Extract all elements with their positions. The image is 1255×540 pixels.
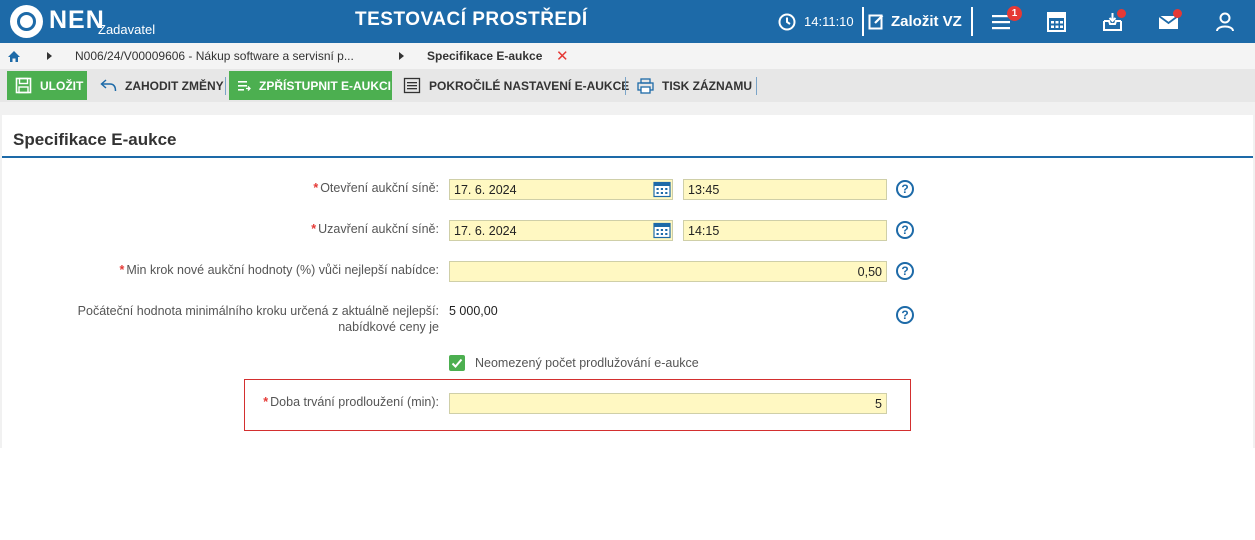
publish-icon: [238, 81, 251, 91]
extension-duration-label: * Doba trvání prodloužení (min):: [263, 395, 439, 409]
extension-duration-input[interactable]: [449, 393, 887, 414]
open-auction-label: * Otevření aukční síně:: [313, 181, 439, 195]
printer-icon: [637, 77, 654, 94]
initial-step-value: 5 000,00: [449, 304, 498, 318]
toolbar-divider: [756, 77, 757, 95]
print-label: TISK ZÁZNAMU: [662, 78, 752, 93]
initial-step-label: Počáteční hodnota minimálního kroku urče…: [77, 304, 439, 334]
list-icon: [403, 77, 421, 94]
required-marker: *: [119, 263, 125, 277]
inbox-alert-dot: [1117, 9, 1126, 18]
required-marker: *: [263, 395, 269, 409]
checkmark-icon: [451, 358, 463, 368]
toolbar-divider: [225, 77, 226, 95]
session-clock: 14:11:10: [778, 0, 854, 43]
publish-auction-button[interactable]: ZPŘÍSTUPNIT E-AUKCI: [229, 71, 392, 100]
breadcrumb-item[interactable]: N006/24/V00009606 - Nákup software a ser…: [75, 43, 354, 69]
breadcrumb-chevron-icon: [399, 43, 404, 69]
panel-title: Specifikace E-aukce: [13, 130, 177, 149]
close-tab-icon[interactable]: ✕: [556, 43, 569, 69]
nen-logo[interactable]: NEN: [10, 5, 105, 39]
save-label: ULOŽIT: [40, 78, 84, 93]
clock-icon: [778, 13, 796, 30]
advanced-label: POKROČILÉ NASTAVENÍ E-AUKCE: [429, 78, 630, 93]
required-marker: *: [311, 222, 317, 236]
help-icon[interactable]: ?: [896, 262, 914, 280]
discard-changes-button[interactable]: ZAHODIT ZMĚNY: [92, 71, 224, 100]
header-divider: [862, 7, 864, 36]
save-icon: [15, 77, 32, 94]
panel-edge: [0, 115, 2, 448]
mail-alert-dot: [1173, 9, 1182, 18]
create-vz-button[interactable]: Založit VZ: [868, 0, 962, 43]
clock-time: 14:11:10: [804, 14, 854, 29]
close-auction-label-text: Uzavření aukční síně:: [318, 222, 439, 236]
content-gutter: [0, 102, 1255, 115]
user-icon[interactable]: [1213, 10, 1237, 34]
header-divider: [971, 7, 973, 36]
unlimited-extensions-checkbox[interactable]: [449, 355, 465, 371]
open-time-input[interactable]: [683, 179, 887, 200]
close-auction-label: * Uzavření aukční síně:: [311, 222, 439, 236]
breadcrumb-current: Specifikace E-aukce: [427, 49, 543, 63]
extension-duration-label-text: Doba trvání prodloužení (min):: [270, 395, 439, 409]
undo-icon: [100, 79, 117, 92]
min-step-input[interactable]: [449, 261, 887, 282]
toolbar-divider: [625, 77, 626, 95]
home-icon[interactable]: [7, 43, 21, 69]
close-date-input[interactable]: [449, 220, 673, 241]
logo-subtitle: Zadavatel: [98, 22, 156, 37]
unlimited-extensions-label: Neomezený počet prodlužování e-aukce: [475, 356, 699, 370]
environment-title: TESTOVACÍ PROSTŘEDÍ: [355, 9, 588, 30]
breadcrumb: N006/24/V00009606 - Nákup software a ser…: [0, 43, 1255, 69]
discard-label: ZAHODIT ZMĚNY: [125, 78, 224, 93]
panel-title-underline: [2, 156, 1253, 158]
top-header: NEN Zadavatel TESTOVACÍ PROSTŘEDÍ 14:11:…: [0, 0, 1255, 43]
notification-badge: 1: [1007, 6, 1022, 21]
min-step-label: * Min krok nové aukční hodnoty (%) vůči n…: [119, 263, 439, 277]
print-record-button[interactable]: TISK ZÁZNAMU: [629, 71, 752, 100]
publish-label: ZPŘÍSTUPNIT E-AUKCI: [259, 78, 391, 93]
calculator-icon[interactable]: [1045, 10, 1069, 34]
calendar-icon[interactable]: [653, 181, 671, 198]
calendar-icon[interactable]: [653, 222, 671, 239]
help-icon[interactable]: ?: [896, 180, 914, 198]
close-time-input[interactable]: [683, 220, 887, 241]
save-button[interactable]: ULOŽIT: [7, 71, 87, 100]
advanced-settings-button[interactable]: POKROČILÉ NASTAVENÍ E-AUKCE: [395, 71, 629, 100]
logo-text: NEN: [49, 6, 105, 34]
open-auction-label-text: Otevření aukční síně:: [320, 181, 439, 195]
logo-mark-icon: [10, 5, 43, 38]
breadcrumb-chevron-icon: [47, 43, 52, 69]
help-icon[interactable]: ?: [896, 221, 914, 239]
min-step-label-text: Min krok nové aukční hodnoty (%) vůči ne…: [126, 263, 439, 277]
open-date-input[interactable]: [449, 179, 673, 200]
required-marker: *: [313, 181, 319, 195]
create-vz-label: Založit VZ: [891, 13, 962, 30]
action-toolbar: ULOŽIT ZAHODIT ZMĚNY ZPŘÍSTUPNIT E-AUKCI…: [0, 69, 1255, 102]
help-icon[interactable]: ?: [896, 306, 914, 324]
edit-icon: [868, 14, 884, 30]
